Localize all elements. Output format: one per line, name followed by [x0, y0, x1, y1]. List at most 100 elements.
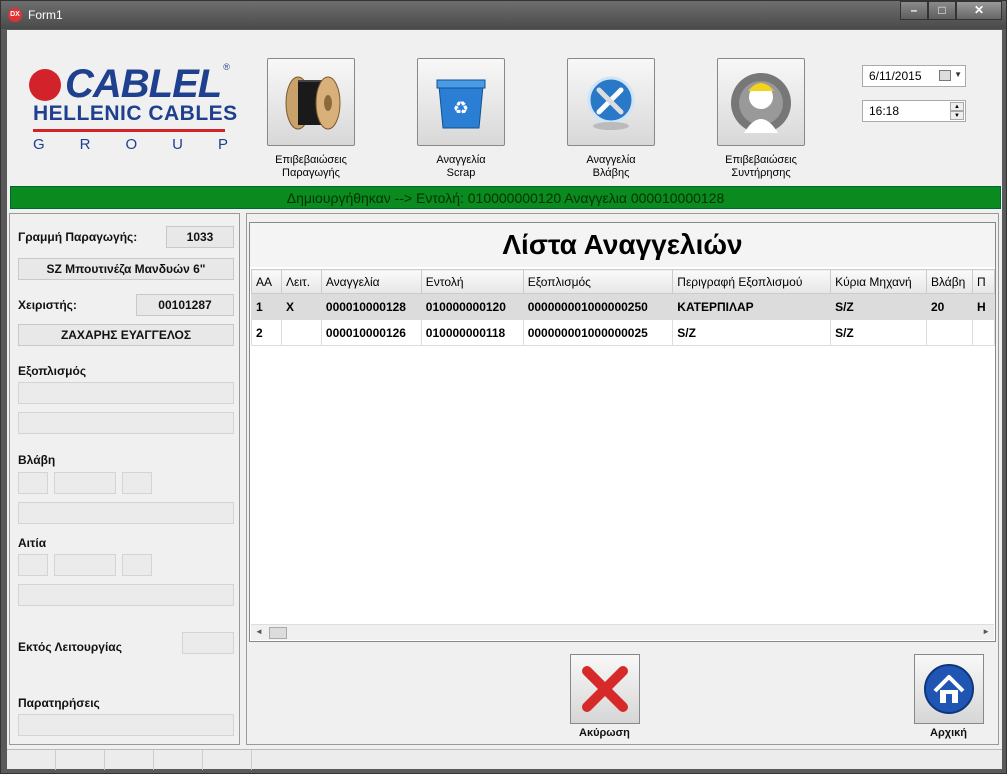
table-cell[interactable]: S/Z — [830, 319, 927, 346]
column-header[interactable]: Λειτ. — [280, 269, 322, 294]
fault-code-field[interactable] — [18, 472, 48, 494]
production-confirmations-label: Επιβεβαιώσεις Παραγωγής — [275, 154, 347, 179]
reports-panel: Λίστα Αναγγελιών ΑΑ Λειτ. Αναγγελία Εντο… — [246, 213, 999, 745]
column-header[interactable]: Εξοπλισμός — [522, 269, 674, 294]
table-cell[interactable]: 010000000118 — [420, 319, 524, 346]
table-cell[interactable]: 000000001000000025 — [522, 319, 674, 346]
table-cell[interactable]: 000010000128 — [320, 293, 422, 320]
order-details-panel: Γραμμή Παραγωγής: 1033 SZ Μπουτινέζα Μαν… — [9, 213, 240, 745]
column-header[interactable]: ΑΑ — [251, 269, 282, 294]
status-message-bar: Δημιουργήθηκαν --> Εντολή: 010000000120 … — [10, 186, 1001, 209]
app-window: DX Form1 – □ ✕ CABLEL ® HELLENIC CABLES … — [0, 0, 1007, 774]
product-description: SZ Μπουτινέζα Μανδυών 6" — [18, 258, 234, 280]
fault-description-field[interactable] — [18, 502, 234, 524]
table-cell[interactable]: S/Z — [830, 293, 927, 320]
window-title: Form1 — [28, 8, 63, 22]
table-cell[interactable]: X — [280, 293, 322, 320]
close-button[interactable]: ✕ — [956, 1, 1002, 20]
table-cell[interactable]: 1 — [251, 293, 282, 320]
cause-label: Αιτία — [18, 536, 47, 550]
app-icon: DX — [8, 8, 22, 22]
fault-label: Βλάβη — [18, 453, 56, 467]
table-cell[interactable]: 010000000120 — [420, 293, 524, 320]
column-header[interactable]: Κύρια Μηχανή — [830, 269, 927, 294]
notes-label: Παρατηρήσεις — [18, 696, 100, 710]
column-header[interactable]: Εντολή — [420, 269, 524, 294]
fault-report-label: Αναγγελία Βλάβης — [586, 154, 636, 179]
fault-sub-field[interactable] — [122, 472, 152, 494]
table-cell[interactable] — [280, 319, 322, 346]
minimize-button[interactable]: – — [900, 1, 928, 20]
table-row[interactable]: 2 000010000126 010000000118 000000001000… — [251, 319, 996, 346]
table-cell[interactable]: S/Z — [672, 319, 832, 346]
calendar-icon[interactable] — [939, 70, 951, 81]
logo-group-text: GROUP — [33, 136, 228, 153]
operator-name: ΖΑΧΑΡΗΣ ΕΥΑΓΓΕΛΟΣ — [18, 324, 234, 346]
reports-grid: Λίστα Αναγγελιών ΑΑ Λειτ. Αναγγελία Εντο… — [249, 222, 996, 642]
production-confirmations-button[interactable]: Επιβεβαιώσεις Παραγωγής — [267, 58, 355, 180]
recycle-bin-icon: ♻ — [417, 58, 505, 146]
bottom-status-strip — [7, 749, 1002, 770]
chevron-down-icon[interactable]: ▼ — [954, 70, 962, 79]
operator-label: Χειριστής: — [18, 298, 77, 312]
table-cell[interactable] — [971, 319, 996, 346]
scrollbar-thumb[interactable] — [269, 627, 287, 639]
operator-code: 00101287 — [136, 294, 234, 316]
cause-code-field[interactable] — [18, 554, 48, 576]
equipment-description-field[interactable] — [18, 412, 234, 434]
status-segment — [56, 750, 105, 770]
cancel-button[interactable] — [570, 654, 640, 724]
equipment-code-field[interactable] — [18, 382, 234, 404]
home-label: Αρχική — [930, 727, 967, 739]
status-segment — [105, 750, 154, 770]
table-cell[interactable]: Η — [971, 293, 996, 320]
reports-grid-title: Λίστα Αναγγελιών — [250, 223, 995, 267]
logo-red-dot — [29, 68, 61, 101]
home-icon — [924, 664, 974, 714]
title-bar[interactable]: DX Form1 – □ ✕ — [1, 1, 1006, 29]
table-row[interactable]: 1 X 000010000128 010000000120 0000000010… — [251, 293, 996, 320]
scroll-right-icon[interactable]: ► — [982, 627, 990, 636]
cancel-x-icon — [582, 666, 628, 712]
status-segment — [7, 750, 56, 770]
column-header[interactable]: Βλάβη — [925, 269, 973, 294]
logo-registered-mark: ® — [223, 62, 230, 72]
time-spinner[interactable]: 16:18 ▲ ▼ — [862, 100, 966, 122]
table-cell[interactable]: ΚΑΤΕΡΠΙΛΑΡ — [672, 293, 832, 320]
out-of-service-field[interactable] — [182, 632, 234, 654]
table-cell[interactable]: 000010000126 — [320, 319, 422, 346]
column-header[interactable]: Π — [971, 269, 996, 294]
table-cell[interactable]: 000000001000000250 — [522, 293, 674, 320]
fault-report-button[interactable]: Αναγγελία Βλάβης — [567, 58, 655, 180]
table-cell[interactable] — [925, 319, 973, 346]
table-cell[interactable]: 20 — [925, 293, 973, 320]
column-header[interactable]: Αναγγελία — [320, 269, 422, 294]
production-line-value: 1033 — [166, 226, 234, 248]
out-of-service-label: Εκτός Λειτουργίας — [18, 640, 122, 654]
date-picker[interactable]: 6/11/2015 ▼ — [862, 65, 966, 87]
scroll-left-icon[interactable]: ◄ — [255, 627, 263, 636]
table-cell[interactable]: 2 — [251, 319, 282, 346]
cause-description-field[interactable] — [18, 584, 234, 606]
column-header[interactable]: Περιγραφή Εξοπλισμού — [672, 269, 832, 294]
spin-down-icon[interactable]: ▼ — [950, 111, 964, 120]
date-value: 6/11/2015 — [869, 69, 922, 83]
scrap-report-button[interactable]: ♻ Αναγγελία Scrap — [417, 58, 505, 180]
maintenance-worker-icon — [717, 58, 805, 146]
maintenance-confirmations-button[interactable]: Επιβεβαιώσεις Συντήρησης — [717, 58, 805, 180]
cause-group-field[interactable] — [54, 554, 116, 576]
cable-reel-icon — [267, 58, 355, 146]
cause-sub-field[interactable] — [122, 554, 152, 576]
fault-group-field[interactable] — [54, 472, 116, 494]
maintenance-confirmations-label: Επιβεβαιώσεις Συντήρησης — [725, 154, 797, 179]
notes-field[interactable] — [18, 714, 234, 736]
spin-up-icon[interactable]: ▲ — [950, 102, 964, 111]
scrap-report-label: Αναγγελία Scrap — [436, 154, 486, 179]
home-button[interactable] — [914, 654, 984, 724]
equipment-label: Εξοπλισμός — [18, 364, 87, 378]
time-value: 16:18 — [869, 104, 900, 118]
horizontal-scrollbar[interactable]: ◄ ► — [251, 624, 994, 640]
table-header-row: ΑΑ Λειτ. Αναγγελία Εντολή Εξοπλισμός Περ… — [251, 269, 996, 294]
maximize-button[interactable]: □ — [928, 1, 956, 20]
svg-text:♻: ♻ — [453, 98, 469, 119]
